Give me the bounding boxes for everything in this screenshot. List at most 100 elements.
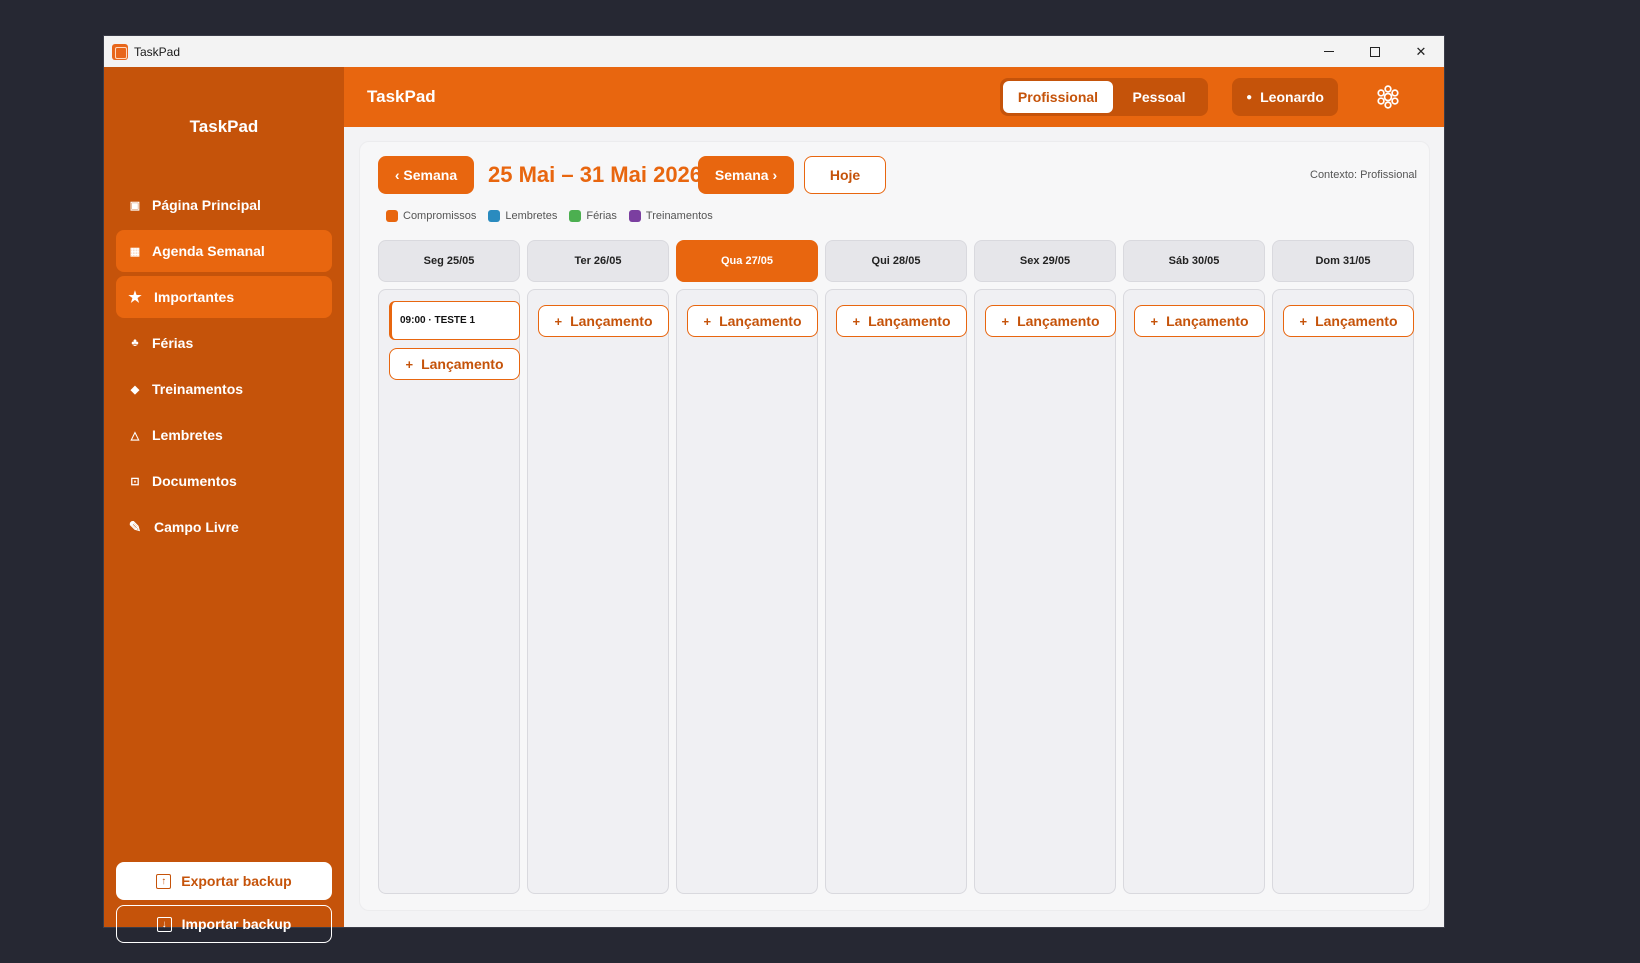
sidebar: TaskPad ▣ Página Principal ▦ Agenda Sema…	[104, 67, 344, 943]
close-icon: ✕	[1415, 43, 1427, 59]
legend-label: Lembretes	[505, 210, 558, 222]
sidebar-item-label: Página Principal	[152, 197, 261, 213]
legend-swatch	[386, 210, 398, 222]
sidebar-item-label: Lembretes	[152, 427, 223, 443]
legend-swatch	[628, 210, 641, 222]
sidebar-item-pagina-principal[interactable]: ▣ Página Principal	[116, 184, 332, 226]
add-entry-button[interactable]: + Lançamento	[1134, 305, 1265, 337]
user-button[interactable]: ● Leonardo	[1232, 78, 1338, 116]
top-header: TaskPad Profissional Pessoal ● Leonardo	[344, 67, 1444, 127]
sidebar-item-label: Férias	[152, 335, 194, 351]
day-body: + Lançamento	[825, 289, 967, 894]
sidebar-brand: TaskPad	[189, 117, 259, 136]
week-range-title: 25 Mai – 31 Mai 2026	[488, 162, 703, 187]
upload-icon: ↑	[156, 873, 172, 889]
minimize-button[interactable]	[1306, 36, 1352, 67]
day-header: Seg 25/05	[378, 240, 520, 282]
export-backup-label: Exportar backup	[181, 873, 292, 889]
day-body: + Lançamento	[527, 289, 669, 894]
context-toggle: Profissional Pessoal	[1000, 78, 1208, 116]
add-entry-label: Lançamento	[1315, 313, 1398, 329]
add-entry-label: Lançamento	[868, 313, 951, 329]
previous-week-button[interactable]: ‹ Semana	[378, 156, 474, 194]
home-icon: ▣	[129, 199, 141, 212]
plus-icon: +	[703, 313, 712, 329]
export-backup-button[interactable]: ↑ Exportar backup	[116, 862, 332, 900]
day-column: Dom 31/05 + Lançamento	[1272, 240, 1414, 894]
day-header: Qui 28/05	[825, 240, 967, 282]
sidebar-item-documentos[interactable]: ⊡ Documentos	[116, 460, 332, 502]
star-icon: ★	[128, 289, 142, 306]
header-title: TaskPad	[367, 87, 436, 106]
legend-swatch	[569, 210, 582, 222]
add-entry-button[interactable]: + Lançamento	[389, 348, 520, 380]
plus-icon: +	[1001, 313, 1010, 329]
week-panel: ‹ Semana 25 Mai – 31 Mai 2026 Semana › H…	[359, 141, 1430, 911]
add-entry-button[interactable]: + Lançamento	[836, 305, 967, 337]
add-entry-button[interactable]: + Lançamento	[985, 305, 1116, 337]
day-column: Qua 27/05 + Lançamento	[676, 240, 818, 894]
add-entry-label: Lançamento	[1166, 313, 1249, 329]
add-entry-button[interactable]: + Lançamento	[538, 305, 669, 337]
lock-icon: ⊡	[130, 475, 140, 488]
sidebar-item-campo-livre[interactable]: ✎ Campo Livre	[116, 506, 332, 548]
sidebar-item-label: Agenda Semanal	[152, 243, 265, 259]
day-body: + Lançamento	[974, 289, 1116, 894]
day-column: Seg 25/05 09:00 · TESTE 1 + Lançamento	[378, 240, 520, 894]
plus-icon: +	[554, 313, 563, 329]
legend-ferias: Férias	[569, 210, 617, 222]
add-entry-label: Lançamento	[570, 313, 653, 329]
import-backup-button[interactable]: ↓ Importar backup	[116, 905, 332, 943]
training-icon: ◆	[130, 383, 140, 396]
close-button[interactable]: ✕	[1398, 36, 1444, 67]
add-entry-button[interactable]: + Lançamento	[687, 305, 818, 337]
context-profissional-button[interactable]: Profissional	[1003, 81, 1113, 113]
import-backup-label: Importar backup	[181, 916, 292, 932]
day-column: Qui 28/05 + Lançamento	[825, 240, 967, 894]
maximize-button[interactable]	[1352, 36, 1398, 67]
sidebar-item-label: Documentos	[152, 473, 237, 489]
add-entry-label: Lançamento	[1017, 313, 1100, 329]
sidebar-item-label: Treinamentos	[152, 381, 244, 397]
day-column: Sex 29/05 + Lançamento	[974, 240, 1116, 894]
today-button[interactable]: Hoje	[804, 156, 886, 194]
plus-icon: +	[405, 356, 414, 372]
day-header: Ter 26/05	[527, 240, 669, 282]
add-entry-label: Lançamento	[421, 356, 504, 372]
context-pessoal-button[interactable]: Pessoal	[1113, 81, 1205, 113]
user-icon: ●	[1246, 91, 1253, 103]
sidebar-nav: ▣ Página Principal ▦ Agenda Semanal ★ Im…	[116, 184, 332, 552]
sidebar-item-importantes[interactable]: ★ Importantes	[116, 276, 332, 318]
title-bar: TaskPad ✕	[104, 36, 1444, 67]
user-name: Leonardo	[1260, 89, 1324, 105]
day-body: + Lançamento	[676, 289, 818, 894]
day-column: Sáb 30/05 + Lançamento	[1123, 240, 1265, 894]
minimize-icon	[1324, 51, 1334, 52]
sidebar-item-treinamentos[interactable]: ◆ Treinamentos	[116, 368, 332, 410]
sidebar-item-lembretes[interactable]: △ Lembretes	[116, 414, 332, 456]
app-window: TaskPad ✕ TaskPad ▣ Página Principal ▦ A…	[104, 36, 1444, 943]
window-title: TaskPad	[134, 44, 181, 59]
sidebar-item-agenda-semanal[interactable]: ▦ Agenda Semanal	[116, 230, 332, 272]
day-body: + Lançamento	[1123, 289, 1265, 894]
context-label: Contexto: Profissional	[1310, 169, 1417, 181]
day-header: Sáb 30/05	[1123, 240, 1265, 282]
event-card[interactable]: 09:00 · TESTE 1	[389, 301, 520, 340]
legend-compromissos: Compromissos	[386, 210, 476, 222]
legend-treinamentos: Treinamentos	[628, 210, 713, 222]
legend-lembretes: Lembretes	[488, 210, 557, 222]
sidebar-item-label: Importantes	[154, 289, 235, 305]
plus-icon: +	[852, 313, 861, 329]
legend-label: Férias	[586, 210, 617, 222]
day-body: + Lançamento	[1272, 289, 1414, 894]
plus-icon: +	[1299, 313, 1308, 329]
window-controls: ✕	[1306, 36, 1444, 67]
download-icon: ↓	[156, 916, 172, 932]
add-entry-button[interactable]: + Lançamento	[1283, 305, 1414, 337]
next-week-button[interactable]: Semana ›	[698, 156, 794, 194]
day-body: 09:00 · TESTE 1 + Lançamento	[378, 289, 520, 894]
day-header-today: Qua 27/05	[676, 240, 818, 282]
settings-gear-icon[interactable]	[1375, 84, 1401, 110]
sidebar-item-ferias[interactable]: ♣ Férias	[116, 322, 332, 364]
palm-tree-icon: ♣	[131, 337, 139, 349]
